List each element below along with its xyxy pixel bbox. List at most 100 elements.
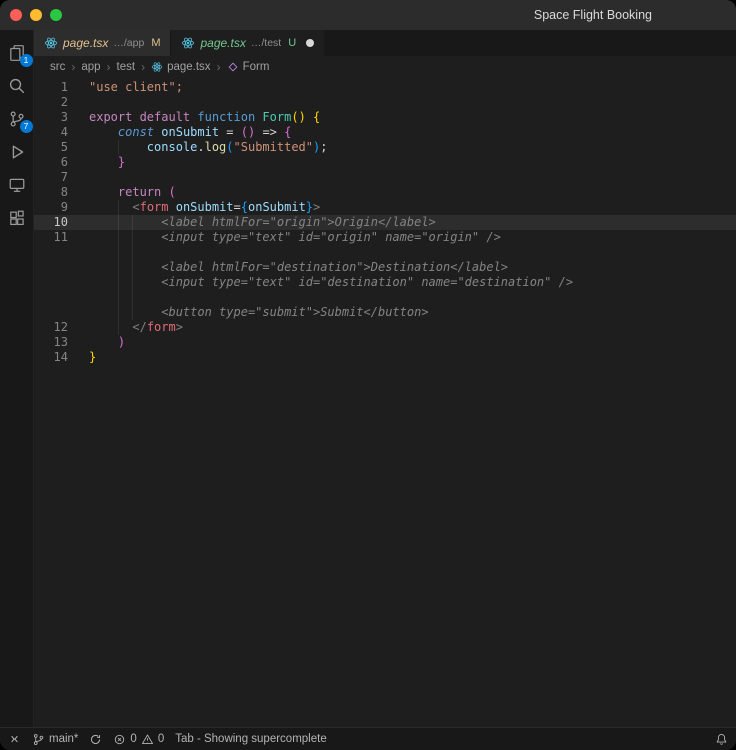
code-line[interactable]	[34, 290, 736, 305]
remote-explorer-icon	[8, 176, 26, 194]
tab-page-tsx-test[interactable]: page.tsx …/test U	[171, 30, 324, 56]
code-line[interactable]: 5 console.log("Submitted");	[34, 140, 736, 155]
breadcrumb-symbol-form[interactable]: Form	[227, 61, 270, 73]
indent-guide	[132, 305, 133, 320]
code-line-text: }	[89, 155, 736, 170]
code-line[interactable]: 3export default function Form() {	[34, 110, 736, 125]
indent-guide	[118, 140, 119, 155]
code-line[interactable]: 6 }	[34, 155, 736, 170]
close-window-button[interactable]	[10, 9, 22, 21]
breadcrumb-label: test	[117, 61, 136, 73]
activity-extensions[interactable]	[3, 201, 31, 234]
activity-source-control[interactable]: 7	[3, 102, 31, 135]
code-area[interactable]: 1"use client";23export default function …	[34, 78, 736, 727]
line-number: 4	[34, 125, 89, 140]
code-line-text	[89, 245, 736, 260]
indent-guide	[118, 200, 119, 215]
breadcrumb-src[interactable]: src	[50, 61, 65, 73]
line-number	[34, 245, 89, 260]
problems-status[interactable]: 0 0	[113, 733, 164, 746]
react-icon	[151, 61, 163, 73]
symbol-function-icon	[227, 61, 239, 73]
source-control-badge: 7	[20, 120, 33, 133]
error-count: 0	[130, 733, 136, 745]
code-line-text: <button type="submit">Submit</button>	[89, 305, 736, 320]
react-icon	[181, 36, 195, 50]
code-line-text	[89, 170, 736, 185]
activity-search[interactable]	[3, 69, 31, 102]
code-line[interactable]: 12 </form>	[34, 320, 736, 335]
bell-icon	[715, 733, 728, 746]
code-line-text: return (	[89, 185, 736, 200]
search-icon	[8, 77, 26, 95]
run-debug-icon	[8, 143, 26, 161]
unsaved-dot-indicator[interactable]	[306, 39, 314, 47]
warning-count: 0	[158, 733, 164, 745]
code-line[interactable]: 1"use client";	[34, 80, 736, 95]
indent-guide	[118, 305, 119, 320]
code-line-text	[89, 290, 736, 305]
line-number	[34, 275, 89, 290]
breadcrumb-page-tsx[interactable]: page.tsx	[151, 61, 210, 73]
code-line[interactable]: 4 const onSubmit = () => {	[34, 125, 736, 140]
tab-directory: …/app	[113, 37, 144, 49]
indent-guide	[118, 260, 119, 275]
line-number: 14	[34, 350, 89, 365]
remote-icon	[8, 733, 21, 746]
code-line[interactable]: 13 )	[34, 335, 736, 350]
code-line[interactable]: 9 <form onSubmit={onSubmit}>	[34, 200, 736, 215]
code-line[interactable]: <label htmlFor="destination">Destination…	[34, 260, 736, 275]
breadcrumb-separator: ›	[217, 60, 221, 74]
notifications[interactable]	[715, 733, 728, 746]
line-number	[34, 305, 89, 320]
code-line-text: <input type="text" id="destination" name…	[89, 275, 736, 290]
status-message-text: Tab - Showing supercomplete	[175, 733, 327, 745]
code-line-text: console.log("Submitted");	[89, 140, 736, 155]
code-line[interactable]: 2	[34, 95, 736, 110]
code-line[interactable]: 10 <label htmlFor="origin">Origin</label…	[34, 215, 736, 230]
line-number: 9	[34, 200, 89, 215]
activity-bar: 1 7	[0, 30, 34, 727]
breadcrumb-app[interactable]: app	[81, 61, 100, 73]
tab-filename: page.tsx	[63, 36, 108, 50]
code-line[interactable]: 8 return (	[34, 185, 736, 200]
code-line[interactable]: 11 <input type="text" id="origin" name="…	[34, 230, 736, 245]
branch-name: main*	[49, 733, 78, 745]
vscode-window: Space Flight Booking 1	[0, 0, 736, 750]
activity-explorer[interactable]: 1	[3, 36, 31, 69]
minimize-window-button[interactable]	[30, 9, 42, 21]
remote-indicator[interactable]	[8, 733, 21, 746]
git-branch-status[interactable]: main*	[32, 733, 78, 746]
code-line-text	[89, 95, 736, 110]
zoom-window-button[interactable]	[50, 9, 62, 21]
line-number: 2	[34, 95, 89, 110]
react-icon	[44, 36, 58, 50]
code-line-text: <label htmlFor="origin">Origin</label>	[89, 215, 736, 230]
indent-guide	[132, 245, 133, 260]
indent-guide	[132, 275, 133, 290]
code-line[interactable]: <input type="text" id="destination" name…	[34, 275, 736, 290]
indent-guide	[132, 260, 133, 275]
git-status-badge: U	[288, 37, 296, 49]
title-bar[interactable]: Space Flight Booking	[0, 0, 736, 30]
code-line-text: </form>	[89, 320, 736, 335]
activity-run-debug[interactable]	[3, 135, 31, 168]
code-line-text: export default function Form() {	[89, 110, 736, 125]
code-line-text: }	[89, 350, 736, 365]
activity-remote-explorer[interactable]	[3, 168, 31, 201]
indent-guide	[118, 290, 119, 305]
code-line[interactable]: 14}	[34, 350, 736, 365]
breadcrumb: src › app › test › page.tsx	[34, 56, 736, 78]
line-number: 13	[34, 335, 89, 350]
code-line-text: "use client";	[89, 80, 736, 95]
indent-guide	[132, 290, 133, 305]
extensions-icon	[8, 209, 26, 227]
breadcrumb-test[interactable]: test	[117, 61, 136, 73]
code-line[interactable]	[34, 245, 736, 260]
tab-page-tsx-app[interactable]: page.tsx …/app M	[34, 30, 170, 56]
code-line[interactable]: <button type="submit">Submit</button>	[34, 305, 736, 320]
code-line[interactable]: 7	[34, 170, 736, 185]
code-line-text: <label htmlFor="destination">Destination…	[89, 260, 736, 275]
sync-changes[interactable]	[89, 733, 102, 746]
explorer-badge: 1	[20, 54, 33, 67]
